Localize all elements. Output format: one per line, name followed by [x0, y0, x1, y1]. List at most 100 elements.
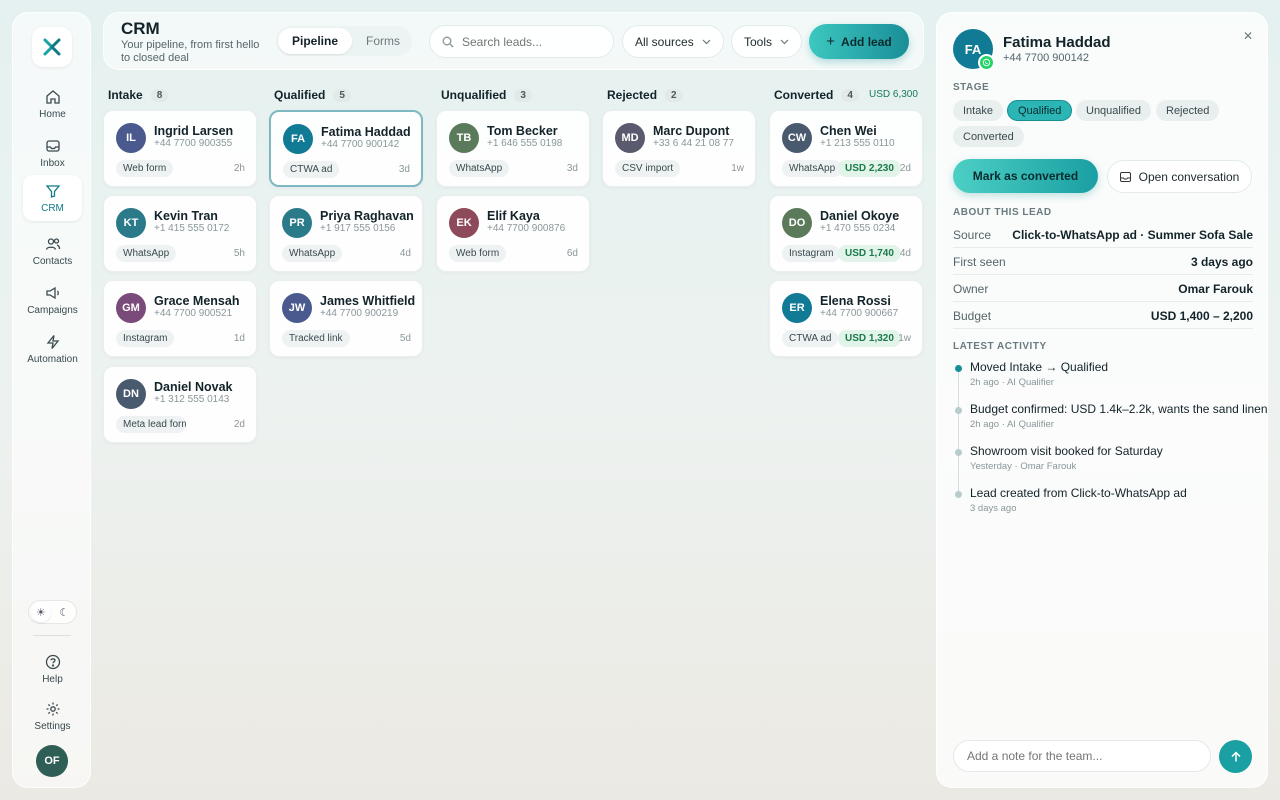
users-icon	[45, 237, 60, 250]
nav-help[interactable]: Help	[23, 646, 82, 692]
lead-phone: +1 415 555 0172	[154, 223, 230, 234]
timeline-dot	[955, 365, 962, 372]
lead-age: 2d	[899, 163, 911, 174]
about-key: Budget	[953, 308, 992, 323]
sources-dropdown[interactable]: All sources	[622, 25, 724, 58]
about-row-budget: Budget USD 1,400 – 2,200	[953, 303, 1253, 329]
lead-age: 5d	[399, 333, 411, 344]
nav-inbox[interactable]: Inbox	[23, 130, 82, 176]
source-badge: Instagram	[782, 245, 841, 262]
stage-chip-intake[interactable]: Intake	[953, 100, 1003, 121]
divider	[33, 635, 71, 636]
lead-age: 4d	[899, 248, 911, 259]
lead-name: Chen Wei	[820, 124, 877, 138]
column-count-badge: 5	[333, 88, 351, 102]
about-key: Source	[953, 227, 992, 242]
activity-text: Budget confirmed: USD 1.4k–2.2k, wants t…	[970, 402, 1268, 416]
column-header-qualified: Qualified 5	[274, 88, 351, 102]
nav-campaigns[interactable]: Campaigns	[23, 277, 82, 323]
nav-home[interactable]: Home	[23, 81, 82, 127]
nav-automation[interactable]: Automation	[23, 326, 82, 372]
nav-label: Automation	[27, 353, 78, 365]
source-badge: WhatsApp	[449, 160, 510, 177]
inbox-icon	[45, 139, 60, 152]
column-title: Converted	[774, 88, 834, 102]
send-button[interactable]	[1219, 740, 1252, 773]
stage-chip-unqualified[interactable]: Unqualified	[1076, 100, 1152, 121]
theme-toggle[interactable]: ☀ ☾	[28, 600, 77, 624]
tools-dropdown[interactable]: Tools	[731, 25, 803, 58]
sidebar: Home Inbox CRM Contacts Campaigns Automa…	[12, 12, 91, 788]
nav-label: Home	[39, 108, 66, 120]
lead-card[interactable]: KT Kevin Tran +1 415 555 0172 WhatsApp 5h	[103, 195, 257, 272]
open-conversation-button[interactable]: Open conversation	[1107, 160, 1252, 193]
activity-meta: Yesterday · Omar Farouk	[970, 461, 1077, 472]
nav-settings[interactable]: Settings	[23, 693, 82, 739]
about-value: USD 1,400 – 2,200	[1150, 308, 1253, 323]
mark-converted-button[interactable]: Mark as converted	[953, 159, 1098, 193]
arrow-up-icon	[1230, 750, 1241, 761]
about-key: Owner	[953, 281, 989, 296]
lead-age: 1w	[898, 333, 911, 344]
column-title: Unqualified	[441, 88, 507, 102]
lead-age: 6d	[566, 248, 578, 259]
lead-age: 1w	[731, 163, 744, 174]
note-box[interactable]	[953, 740, 1211, 772]
moon-icon[interactable]: ☾	[54, 602, 74, 622]
lead-age: 5h	[233, 248, 245, 259]
nav-crm[interactable]: CRM	[23, 175, 82, 221]
lead-card[interactable]: IL Ingrid Larsen +44 7700 900355 Web form 2h	[103, 110, 257, 187]
activity-meta: 2h ago · AI Qualifier	[970, 419, 1054, 430]
lead-name: Priya Raghavan	[320, 209, 414, 223]
amount-badge: USD 1,320	[838, 330, 901, 347]
amount-badge: USD 1,740	[838, 245, 901, 262]
lead-card[interactable]: PR Priya Raghavan +1 917 555 0156 WhatsApp 4…	[269, 195, 423, 272]
nav-contacts[interactable]: Contacts	[23, 228, 82, 274]
tab-pipeline[interactable]: Pipeline	[278, 28, 353, 54]
column-header-rejected: Rejected 2	[607, 88, 683, 102]
column-title: Intake	[108, 88, 143, 102]
column-count-badge: 8	[150, 88, 169, 102]
user-avatar[interactable]: OF	[36, 745, 68, 777]
lead-card[interactable]: EK Elif Kaya +44 7700 900876 Web form 6d	[436, 195, 590, 272]
source-badge: CSV import	[615, 160, 681, 177]
note-input[interactable]	[967, 749, 1197, 763]
lead-card[interactable]: JW James Whitfield +44 7700 900219 Tracked …	[269, 280, 423, 357]
stage-chip-converted[interactable]: Converted	[953, 126, 1024, 147]
lead-card[interactable]: MD Marc Dupont +33 6 44 21 08 77 CSV import…	[602, 110, 756, 187]
lead-card[interactable]: FA Fatima Haddad +44 7700 900142 CTWA ad 3d	[269, 110, 423, 187]
search-box[interactable]	[429, 25, 614, 58]
plus-icon: +	[826, 33, 836, 50]
lead-name: Elif Kaya	[487, 209, 540, 223]
lead-avatar: IL	[116, 123, 146, 153]
lead-card[interactable]: DN Daniel Novak +1 312 555 0143 Meta lead f…	[103, 366, 257, 443]
tab-forms[interactable]: Forms	[352, 28, 414, 54]
lead-card[interactable]: TB Tom Becker +1 646 555 0198 WhatsApp 3d	[436, 110, 590, 187]
activity-text: Showroom visit booked for Saturday	[970, 444, 1163, 458]
lead-card[interactable]: ER Elena Rossi +44 7700 900667 CTWA ad USD 1…	[769, 280, 923, 357]
column-header-intake: Intake 8	[108, 88, 169, 102]
page-subtitle: Your pipeline, from first hello to close…	[121, 39, 260, 64]
stage-chip-rejected[interactable]: Rejected	[1156, 100, 1220, 121]
source-badge: Instagram	[116, 330, 175, 347]
lead-card[interactable]: DO Daniel Okoye +1 470 555 0234 Instagram US…	[769, 195, 923, 272]
search-input[interactable]	[462, 34, 602, 49]
about-row-owner: Owner Omar Farouk	[953, 276, 1253, 302]
lead-detail-panel: FA Fatima Haddad +44 7700 900142 ✕ STAGE…	[936, 12, 1268, 788]
source-badge: Web form	[116, 160, 174, 177]
stage-chip-qualified[interactable]: Qualified	[1007, 100, 1073, 121]
amount-badge: USD 2,230	[838, 160, 901, 177]
lead-card[interactable]: CW Chen Wei +1 213 555 0110 WhatsApp USD 2,2…	[769, 110, 923, 187]
source-badge: WhatsApp	[282, 245, 343, 262]
about-label: ABOUT THIS LEAD	[953, 207, 1052, 218]
close-icon[interactable]: ✕	[1243, 29, 1253, 43]
sun-icon[interactable]: ☀	[30, 602, 51, 622]
lead-card[interactable]: GM Grace Mensah +44 7700 900521 Instagram 1d	[103, 280, 257, 357]
add-lead-button[interactable]: + Add lead	[809, 24, 909, 59]
lead-name: Tom Becker	[487, 124, 558, 138]
lead-name: Grace Mensah	[154, 294, 240, 308]
lead-avatar: JW	[282, 293, 312, 323]
nav-label: Campaigns	[27, 304, 78, 316]
timeline-dot	[955, 407, 962, 414]
app-logo[interactable]	[32, 27, 72, 67]
